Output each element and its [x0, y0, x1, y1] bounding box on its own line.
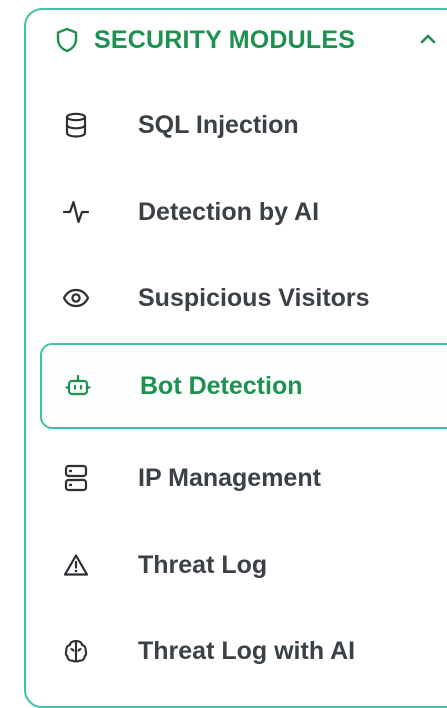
menu-item-label: Detection by AI	[138, 197, 320, 226]
menu-item-label: Threat Log with AI	[138, 636, 356, 665]
menu-item-threat-log-with-ai[interactable]: Threat Log with AI	[40, 608, 447, 694]
shield-icon	[56, 27, 80, 53]
warning-triangle-icon	[61, 550, 91, 580]
menu-item-bot-detection[interactable]: Bot Detection	[40, 343, 447, 429]
menu-item-detection-by-ai[interactable]: Detection by AI	[40, 169, 447, 255]
bot-icon	[63, 371, 93, 401]
server-icon	[61, 463, 91, 493]
menu-item-label: SQL Injection	[138, 110, 299, 139]
eye-icon	[61, 283, 91, 313]
menu-item-label: Suspicious Visitors	[138, 283, 370, 312]
menu-item-suspicious-visitors[interactable]: Suspicious Visitors	[40, 255, 447, 341]
menu-item-sql-injection[interactable]: SQL Injection	[40, 82, 447, 168]
chevron-up-icon[interactable]	[417, 28, 439, 50]
section-header[interactable]: SECURITY MODULES	[34, 18, 447, 62]
brain-icon	[61, 636, 91, 666]
menu-item-label: IP Management	[138, 463, 321, 492]
menu-item-label: Threat Log	[138, 550, 268, 579]
database-icon	[61, 110, 91, 140]
menu-item-threat-log[interactable]: Threat Log	[40, 522, 447, 608]
menu-item-label: Bot Detection	[140, 371, 303, 400]
menu-item-ip-management[interactable]: IP Management	[40, 435, 447, 521]
activity-icon	[61, 197, 91, 227]
section-title: SECURITY MODULES	[94, 25, 356, 54]
